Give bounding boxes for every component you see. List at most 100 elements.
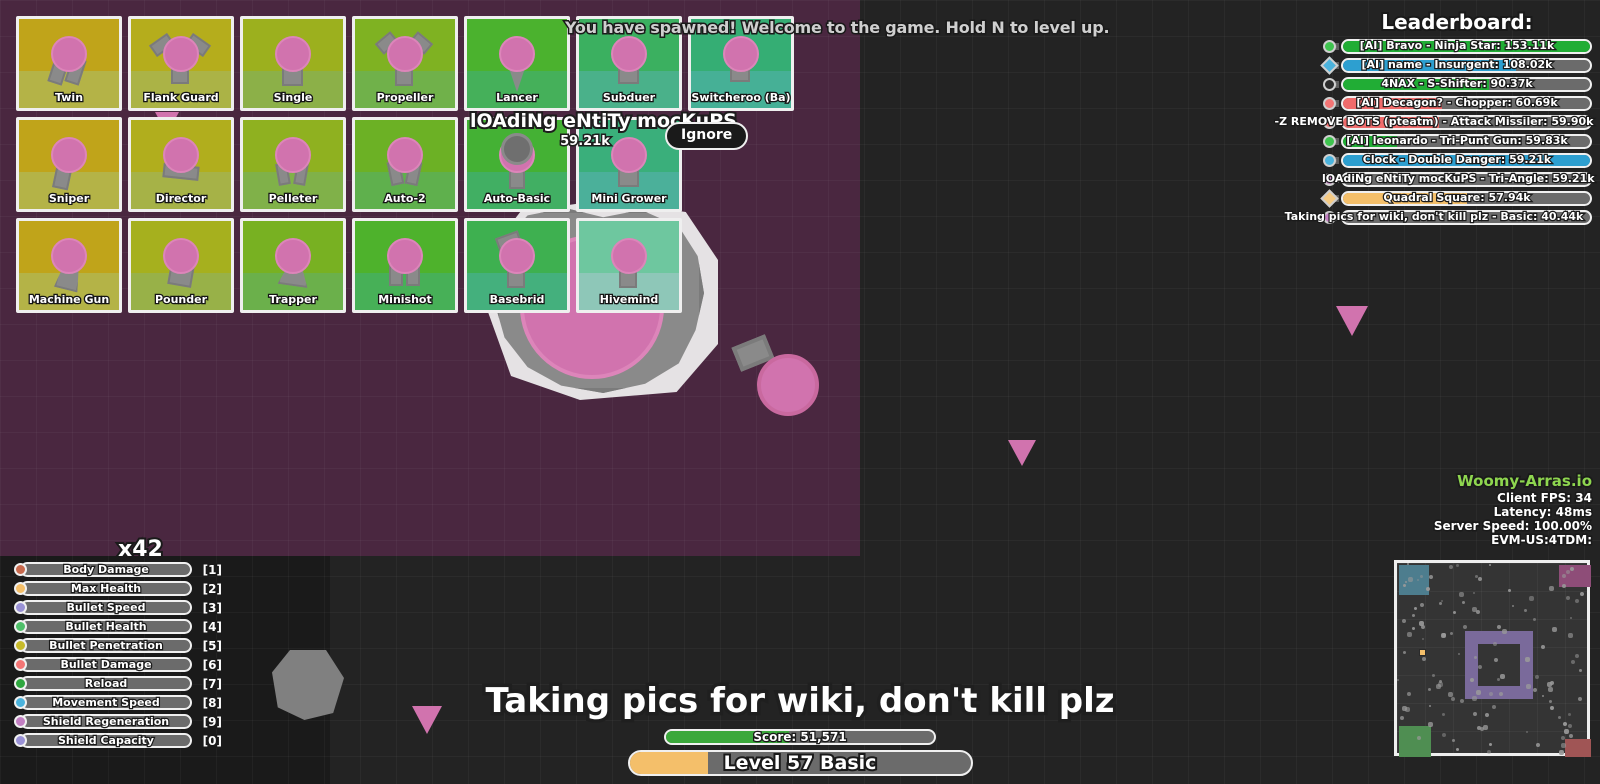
minimap-dot [1512,605,1514,607]
stat-row-bullet-health[interactable]: Bullet Health [4] [14,618,223,635]
upgrade-card-sniper[interactable]: Sniper [16,117,122,212]
minimap-dot [1575,654,1579,658]
upgrade-menu[interactable]: Twin Flank Guard Single Propeller Lancer Subd… [16,16,794,313]
upgrade-card-pelleter[interactable]: Pelleter [240,117,346,212]
stat-bar[interactable]: Bullet Damage [20,657,192,672]
upgrade-card-flank-guard[interactable]: Flank Guard [128,16,234,111]
world-triangle-1 [1336,306,1368,336]
leaderboard: Leaderboard: [AI] Bravo - Ninja Star: 15… [1273,8,1596,228]
card-label: Lancer [495,91,539,104]
minimap-dot [1578,697,1582,701]
enemy-tank-body [757,354,819,416]
upgrade-card-lancer[interactable]: Lancer [464,16,570,111]
minimap-dot [1477,726,1481,730]
info-line: Latency: 48ms [1492,504,1593,521]
minimap-dot [1579,669,1582,672]
stat-bar[interactable]: Max Health [20,581,192,596]
card-art [717,34,765,86]
minimap-dot [1492,705,1496,709]
stat-row-bullet-penetration[interactable]: Bullet Penetration [5] [14,637,223,654]
leaderboard-row: Taking pics for wiki, don't kill plz - B… [1283,209,1592,226]
stat-color-dot [14,563,27,576]
card-art [269,34,317,86]
minimap-dot [1407,632,1412,637]
leaderboard-entry-label: 4NAX - S-Shifter: 90.37k [1380,76,1534,91]
card-body-circle [387,35,423,72]
card-label: Director [154,192,207,205]
upgrade-card-twin[interactable]: Twin [16,16,122,111]
upgrade-card-director[interactable]: Director [128,117,234,212]
minimap-dot [1456,564,1459,567]
card-art [605,34,653,86]
stat-row-body-damage[interactable]: Body Damage [1] [14,561,223,578]
minimap-dot [1489,743,1492,746]
minimap[interactable] [1394,560,1591,757]
card-body-circle [51,136,87,173]
minimap-dot [1542,695,1544,697]
card-label: Minishot [377,293,433,306]
stat-bar[interactable]: Bullet Speed [20,600,192,615]
card-body-circle [499,35,535,72]
stat-row-bullet-damage[interactable]: Bullet Damage [6] [14,656,223,673]
minimap-dot [1566,596,1570,600]
leaderboard-row: lOAdiNg eNtiTy mocKuPS - Tri-Angle: 59.2… [1321,171,1596,188]
hud-player-name: Taking pics for wiki, don't kill plz [482,678,1118,725]
minimap-dot [1451,697,1455,701]
leaderboard-row: [AI] Decagon? - Chopper: 60.69k [1322,95,1592,112]
leaderboard-row: [AI] name - Insurgent: 108.02k [1320,56,1592,75]
stat-bar[interactable]: Bullet Health [20,619,192,634]
minimap-dot [1412,627,1415,630]
upgrade-points-counter: x42 [116,535,165,564]
minimap-dot [1535,675,1539,679]
upgrade-card-trapper[interactable]: Trapper [240,218,346,313]
stat-row-max-health[interactable]: Max Health [2] [14,580,223,597]
minimap-dot [1487,750,1491,754]
upgrade-card-basebrid[interactable]: Basebrid [464,218,570,313]
card-label: Trapper [268,293,318,306]
world-triangle-2 [1008,440,1036,466]
upgrade-card-auto-2[interactable]: Auto-2 [352,117,458,212]
card-body-circle [611,237,647,274]
minimap-dot [1453,611,1456,614]
upgrade-card-machine-gun[interactable]: Machine Gun [16,218,122,313]
stat-hotkey: [1] [201,561,223,577]
minimap-dot [1397,679,1399,681]
minimap-dot [1420,603,1424,607]
minimap-dot [1533,618,1536,621]
leaderboard-rows: [AI] Bravo - Ninja Star: 153.11k [AI] nam… [1273,38,1596,226]
card-body-circle [723,35,759,72]
stat-label: Body Damage [62,562,150,576]
leaderboard-title: Leaderboard: [1379,8,1534,36]
minimap-dot [1462,601,1465,604]
minimap-dot [1403,584,1406,587]
stat-bar[interactable]: Body Damage [20,562,192,577]
upgrade-card-minishot[interactable]: Minishot [352,218,458,313]
leaderboard-entry-label: Quadral Square: 57.94k [1382,190,1532,205]
game-title: Woomy-Arras.io [1455,470,1593,491]
stat-color-dot [14,639,27,652]
card-label: Flank Guard [142,91,220,104]
minimap-dot [1566,570,1570,574]
stat-row-bullet-speed[interactable]: Bullet Speed [3] [14,599,223,616]
minimap-dot [1422,657,1426,661]
minimap-dot [1564,729,1569,734]
stat-hotkey: [6] [201,656,223,672]
minimap-dot [1541,645,1545,649]
stat-label: Bullet Damage [59,657,152,671]
minimap-dot [1421,625,1425,629]
minimap-dot [1568,713,1571,716]
ignore-button[interactable]: Ignore [665,122,749,150]
upgrade-card-hivemind[interactable]: Hivemind [576,218,682,313]
minimap-dot [1536,743,1540,747]
minimap-dot [1439,680,1442,683]
stat-bar[interactable]: Bullet Penetration [20,638,192,653]
upgrade-card-pounder[interactable]: Pounder [128,218,234,313]
minimap-dot [1450,632,1453,635]
leaderboard-entry-label: [AI] Bravo - Ninja Star: 153.11k [1359,38,1556,53]
minimap-dot [1563,722,1567,726]
minimap-dot [1558,716,1561,719]
card-art [605,236,653,288]
upgrade-card-single[interactable]: Single [240,16,346,111]
minimap-dot [1428,688,1431,691]
upgrade-card-propeller[interactable]: Propeller [352,16,458,111]
